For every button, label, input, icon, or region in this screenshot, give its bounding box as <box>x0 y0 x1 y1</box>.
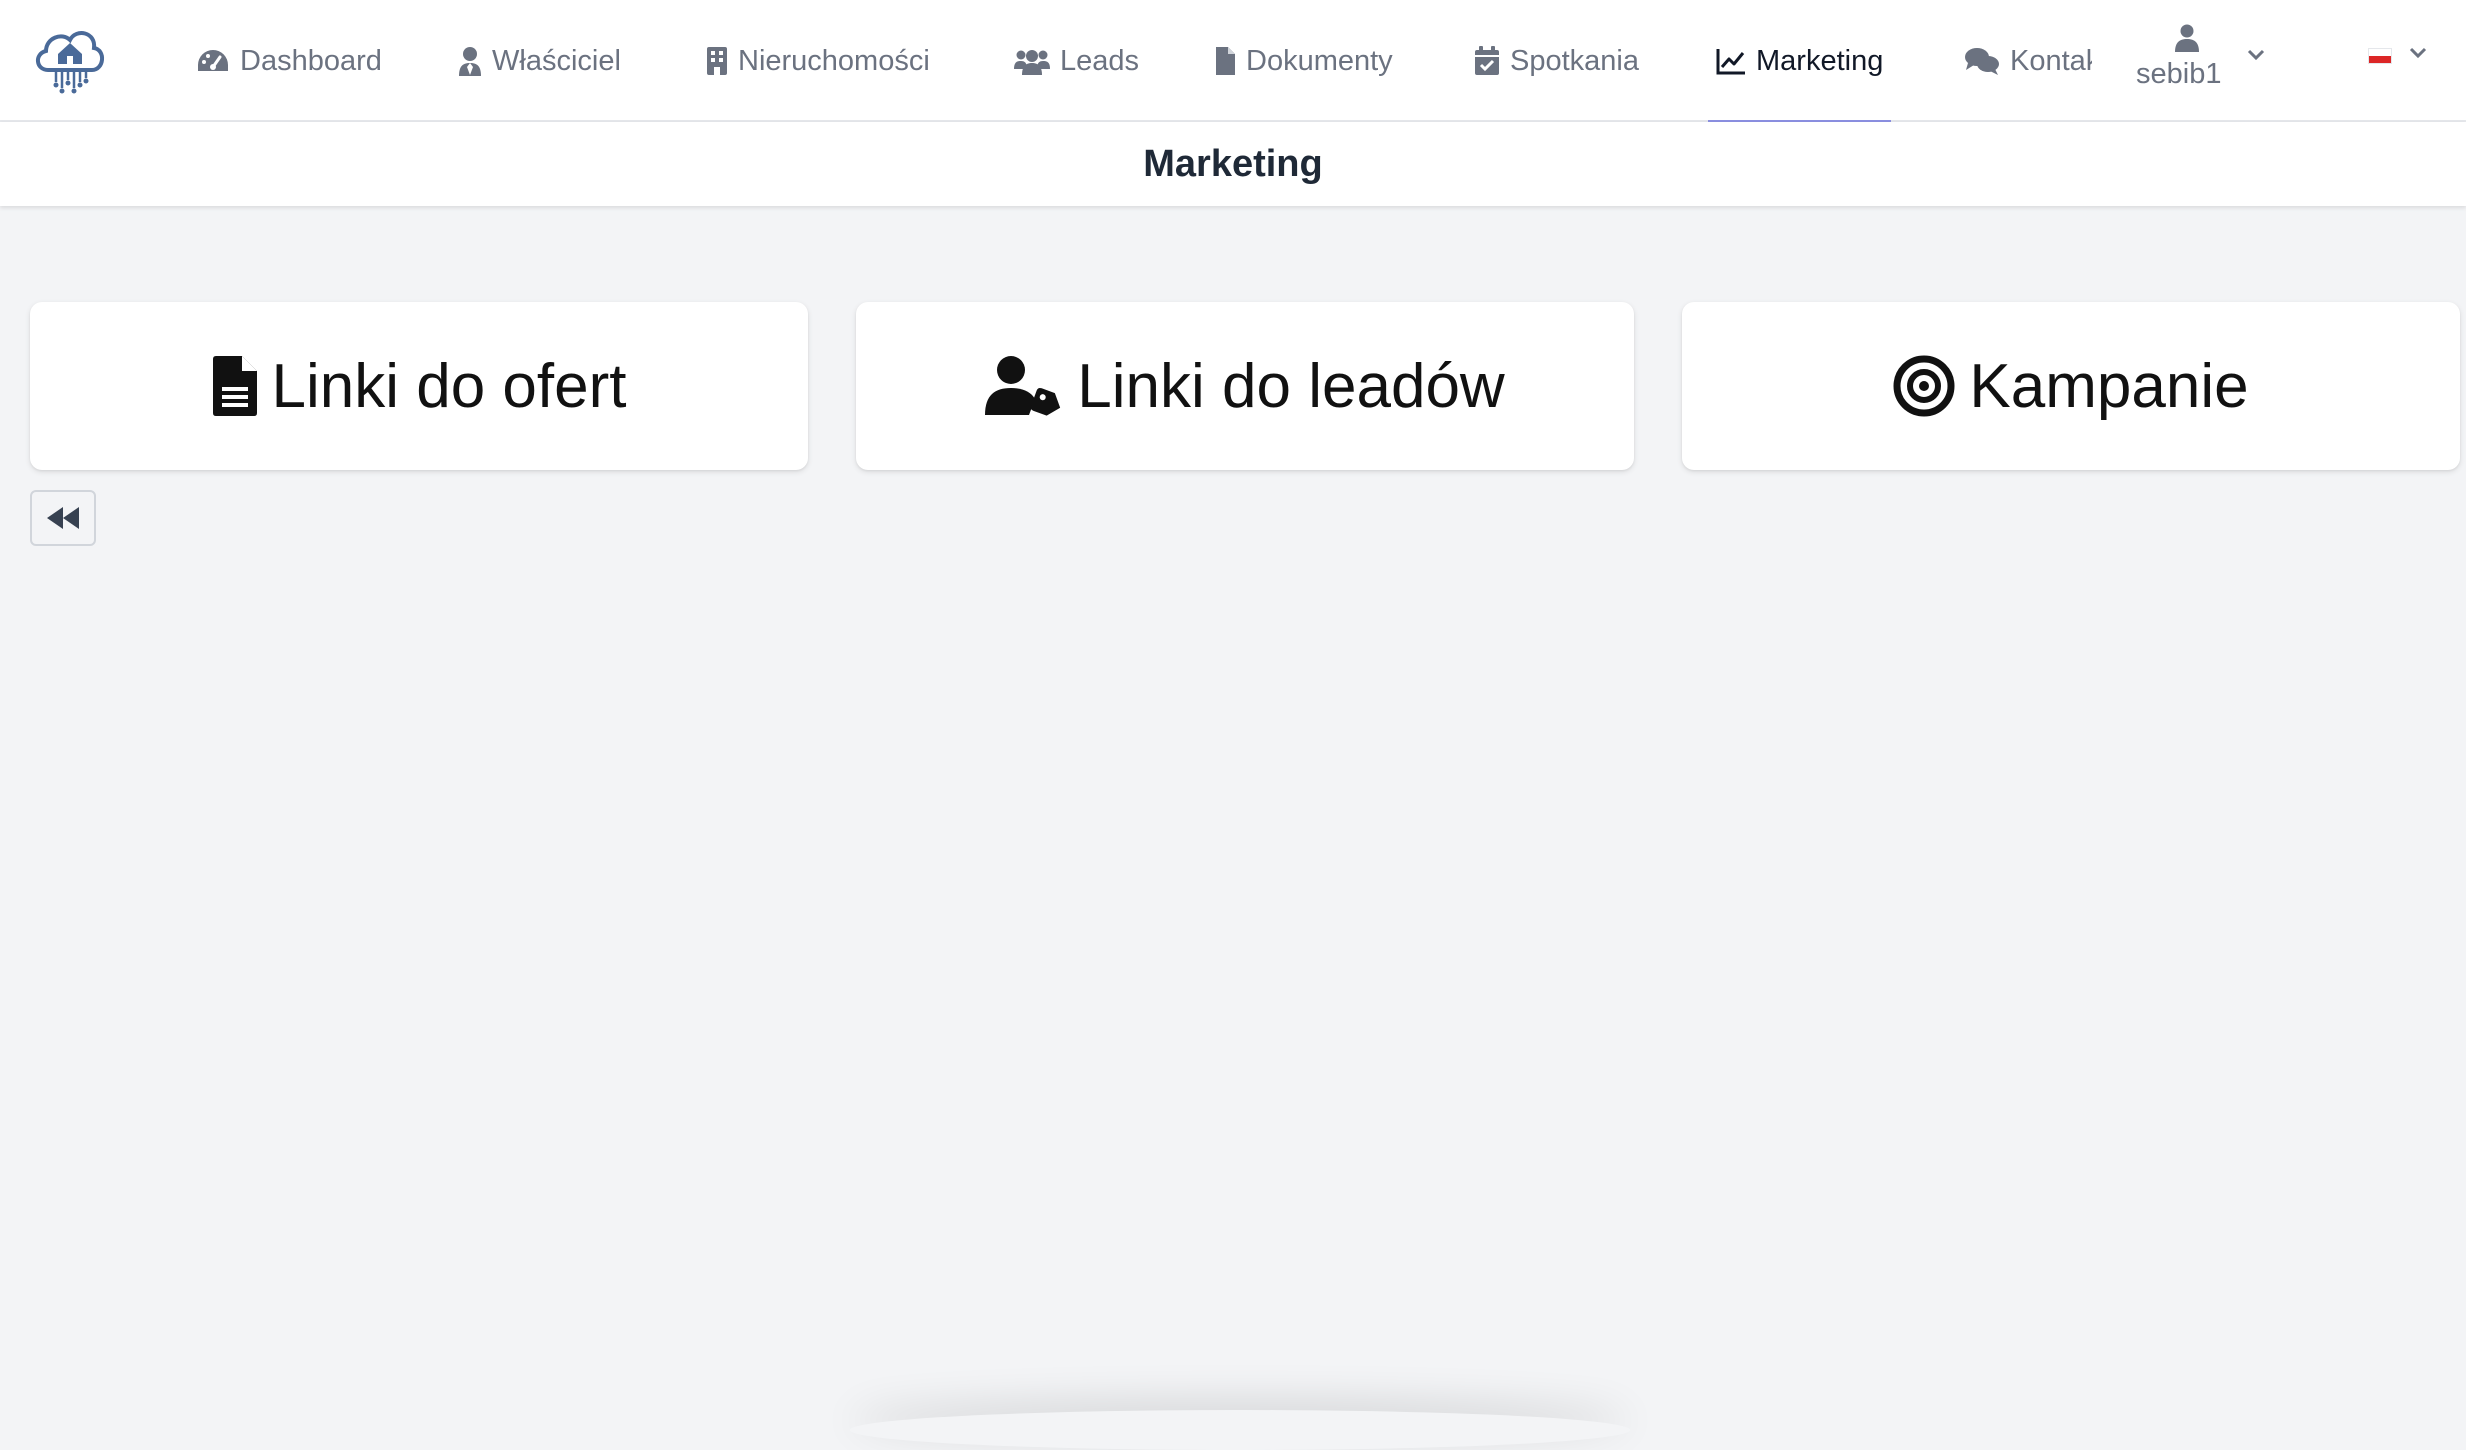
bottom-shadow <box>850 1410 1630 1450</box>
users-icon <box>1014 50 1050 75</box>
card-label: Linki do ofert <box>271 351 627 421</box>
nav-item-dokumenty[interactable]: Dokumenty <box>1214 0 1393 122</box>
page-header: Marketing <box>0 122 2466 206</box>
file-lines-icon <box>212 356 257 416</box>
calendar-check-icon <box>1475 46 1499 75</box>
language-selector[interactable] <box>2360 38 2440 78</box>
nav-item-leads[interactable]: Leads <box>1014 0 1139 122</box>
nav-item-label: Marketing <box>1756 44 1884 77</box>
backward-icon <box>47 507 79 529</box>
nav-item-label: Spotkania <box>1510 44 1639 77</box>
nav-item-kontakt[interactable]: Kontakt <box>1964 0 2092 122</box>
gauge-icon <box>198 50 228 71</box>
file-icon <box>1216 47 1235 75</box>
nav-item-label: Właściciel <box>492 44 621 77</box>
user-menu[interactable]: sebib1 <box>2128 24 2278 94</box>
username: sebib1 <box>2136 58 2222 90</box>
top-navbar: Dashboard Właściciel Nieruchomości Leads… <box>0 0 2466 124</box>
pl-flag <box>2368 48 2392 64</box>
page-title: Marketing <box>1143 142 1323 185</box>
nav-item-wlasciciel[interactable]: Właściciel <box>458 0 621 122</box>
nav-item-nieruchomosci[interactable]: Nieruchomości <box>706 0 930 122</box>
comments-icon <box>1965 48 1999 75</box>
card-kampanie[interactable]: Kampanie <box>1682 302 2460 470</box>
chevron-down-icon <box>2409 47 2427 59</box>
nav-item-spotkania[interactable]: Spotkania <box>1474 0 1639 122</box>
card-label: Linki do leadów <box>1077 351 1505 421</box>
nav-item-label: Kontakt <box>2010 44 2092 77</box>
bullseye-icon <box>1893 355 1955 417</box>
nav-item-label: Nieruchomości <box>738 44 930 77</box>
chevron-down-icon <box>2247 49 2265 61</box>
user-tie-icon <box>459 47 481 76</box>
nav-item-label: Dashboard <box>240 44 382 77</box>
user-icon <box>2175 24 2199 52</box>
user-tag-icon <box>985 356 1061 416</box>
chart-line-icon <box>1716 49 1745 75</box>
back-button[interactable] <box>30 490 96 546</box>
card-linki-do-ofert[interactable]: Linki do ofert <box>30 302 808 470</box>
nav-item-dashboard[interactable]: Dashboard <box>196 0 382 122</box>
nav-item-label: Leads <box>1060 44 1140 77</box>
card-label: Kampanie <box>1969 351 2249 421</box>
nav-item-label: Dokumenty <box>1246 44 1393 77</box>
card-linki-do-leadow[interactable]: Linki do leadów <box>856 302 1634 470</box>
building-icon <box>707 47 727 75</box>
nav-item-marketing[interactable]: Marketing <box>1707 0 1892 124</box>
cloud-house-logo[interactable] <box>30 18 110 98</box>
